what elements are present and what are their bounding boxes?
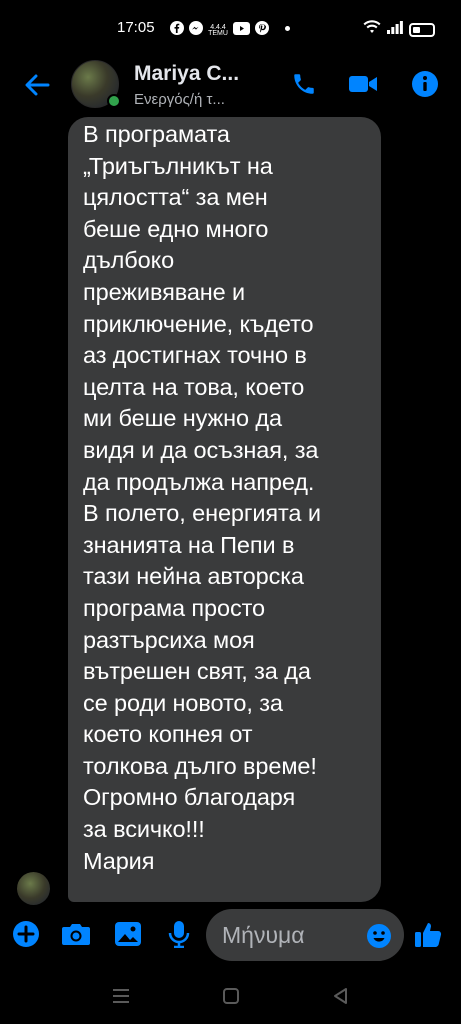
contact-avatar[interactable] (71, 60, 121, 108)
messenger-screen: 17:05 4.4.4 TEMU Mariya C... Ενεργός/ή τ… (0, 0, 461, 1024)
battery-icon (409, 22, 435, 37)
microphone-icon[interactable] (164, 919, 194, 949)
status-indicators (363, 20, 435, 39)
phone-icon[interactable] (288, 68, 320, 100)
recents-icon[interactable] (110, 985, 132, 1007)
camera-icon[interactable] (61, 919, 91, 949)
pinterest-icon (255, 21, 269, 40)
message-input-container[interactable] (206, 909, 404, 961)
info-icon[interactable] (409, 68, 441, 100)
notification-icons: 4.4.4 TEMU (170, 21, 269, 40)
status-bar: 17:05 4.4.4 TEMU (0, 0, 461, 58)
message-input[interactable] (222, 920, 362, 950)
youtube-icon (233, 21, 250, 40)
message-text: В програмата „Триъгълникът на цялостта“ … (83, 121, 321, 874)
conversation-header: Mariya C... Ενεργός/ή τ... (0, 58, 461, 118)
home-icon[interactable] (220, 985, 242, 1007)
online-status-dot (107, 94, 121, 108)
messenger-icon (189, 21, 203, 40)
like-icon[interactable] (414, 919, 444, 949)
image-icon[interactable] (113, 919, 143, 949)
sender-avatar[interactable] (17, 872, 50, 905)
status-time: 17:05 (117, 19, 155, 36)
emoji-icon[interactable] (366, 923, 392, 949)
facebook-icon (170, 21, 184, 40)
signal-icon (387, 20, 403, 39)
video-camera-icon[interactable] (347, 68, 379, 100)
plus-icon[interactable] (11, 919, 41, 949)
back-arrow-icon[interactable] (20, 68, 54, 102)
wifi-icon (363, 20, 381, 39)
more-notifications-dot (285, 26, 290, 31)
back-icon[interactable] (330, 985, 352, 1007)
message-composer (0, 905, 461, 965)
temu-icon: 4.4.4 TEMU (208, 23, 228, 37)
message-bubble[interactable]: В програмата „Триъгълникът на цялостта“ … (68, 117, 381, 902)
contact-status: Ενεργός/ή τ... (134, 91, 225, 108)
contact-name[interactable]: Mariya C... (134, 62, 239, 86)
system-navigation-bar (0, 965, 461, 1024)
